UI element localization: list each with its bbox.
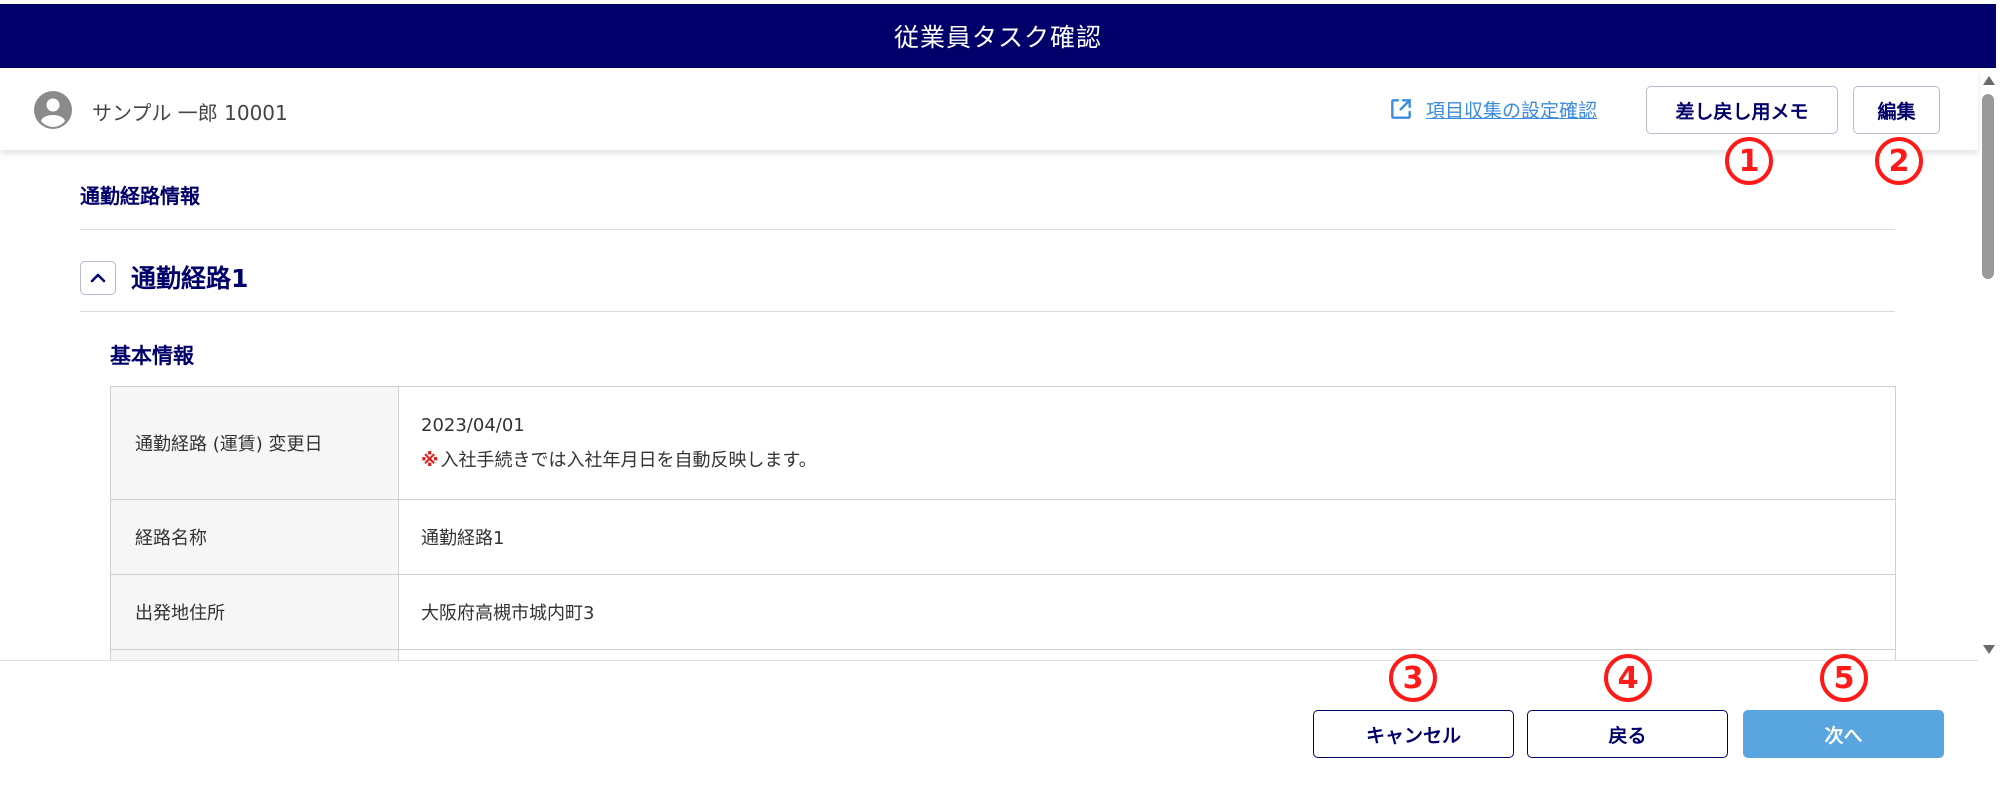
annotation-marker: 5: [1820, 654, 1868, 702]
scroll-up-arrow-icon[interactable]: [1983, 76, 1995, 85]
annotation-marker: 4: [1604, 654, 1652, 702]
row-note: ※ 入社手続きでは入社年月日を自動反映します。: [421, 446, 1895, 472]
row-value: [399, 650, 1895, 660]
external-link-icon: [1391, 99, 1411, 119]
page: 従業員タスク確認 サンプル 一郎 10001 項目収集の設定確認 差し戻し用メモ…: [0, 0, 2000, 801]
annotation-marker: 1: [1725, 137, 1773, 185]
main-content: 通勤経路情報 通勤経路1 基本情報 通勤経路 (運賃) 変更日 2023/04/…: [0, 150, 1978, 660]
user-avatar-icon: [34, 91, 72, 129]
row-label: [111, 650, 399, 660]
table-row: 経路名称 通勤経路1: [111, 500, 1895, 575]
vertical-scrollbar[interactable]: [1978, 70, 2000, 660]
user-header: サンプル 一郎 10001 項目収集の設定確認 差し戻し用メモ 編集: [0, 70, 1978, 150]
row-label: 出発地住所: [111, 575, 399, 649]
section-title: 通勤経路情報: [80, 184, 200, 208]
footer-bar: キャンセル 戻る 次へ: [0, 660, 1978, 801]
row-value: 2023/04/01: [421, 414, 525, 436]
subsection-title: 基本情報: [110, 344, 194, 368]
route-title: 通勤経路1: [131, 264, 249, 293]
annotation-marker: 3: [1389, 654, 1437, 702]
row-value-cell: 2023/04/01 ※ 入社手続きでは入社年月日を自動反映します。: [399, 387, 1895, 499]
collapse-toggle[interactable]: [80, 261, 116, 295]
scroll-down-arrow-icon[interactable]: [1983, 645, 1995, 654]
user-name: サンプル 一郎 10001: [92, 101, 288, 125]
section-divider: [80, 229, 1895, 230]
row-value: 大阪府高槻市城内町3: [421, 603, 595, 624]
annotation-marker: 2: [1875, 137, 1923, 185]
info-table: 通勤経路 (運賃) 変更日 2023/04/01 ※ 入社手続きでは入社年月日を自…: [110, 386, 1896, 660]
edit-button[interactable]: 編集: [1853, 86, 1940, 134]
settings-confirm-link[interactable]: 項目収集の設定確認: [1388, 94, 1597, 124]
row-label: 経路名称: [111, 500, 399, 574]
row-label: 通勤経路 (運賃) 変更日: [111, 387, 399, 499]
scroll-thumb[interactable]: [1982, 94, 1994, 279]
app-title-bar: 従業員タスク確認: [0, 4, 1996, 68]
table-row: 出発地住所 大阪府高槻市城内町3: [111, 575, 1895, 650]
next-button[interactable]: 次へ: [1743, 710, 1944, 758]
route-divider: [80, 311, 1895, 312]
return-memo-button[interactable]: 差し戻し用メモ: [1646, 86, 1838, 134]
note-text: 入社手続きでは入社年月日を自動反映します。: [440, 449, 817, 471]
back-button[interactable]: 戻る: [1527, 710, 1728, 758]
row-value: 通勤経路1: [421, 528, 505, 549]
cancel-button[interactable]: キャンセル: [1313, 710, 1514, 758]
app-title: 従業員タスク確認: [893, 23, 1102, 52]
chevron-up-icon: [90, 273, 106, 283]
table-row: 通勤経路 (運賃) 変更日 2023/04/01 ※ 入社手続きでは入社年月日を自…: [111, 387, 1895, 500]
note-mark: ※: [421, 449, 439, 471]
settings-link-label: 項目収集の設定確認: [1426, 99, 1598, 122]
